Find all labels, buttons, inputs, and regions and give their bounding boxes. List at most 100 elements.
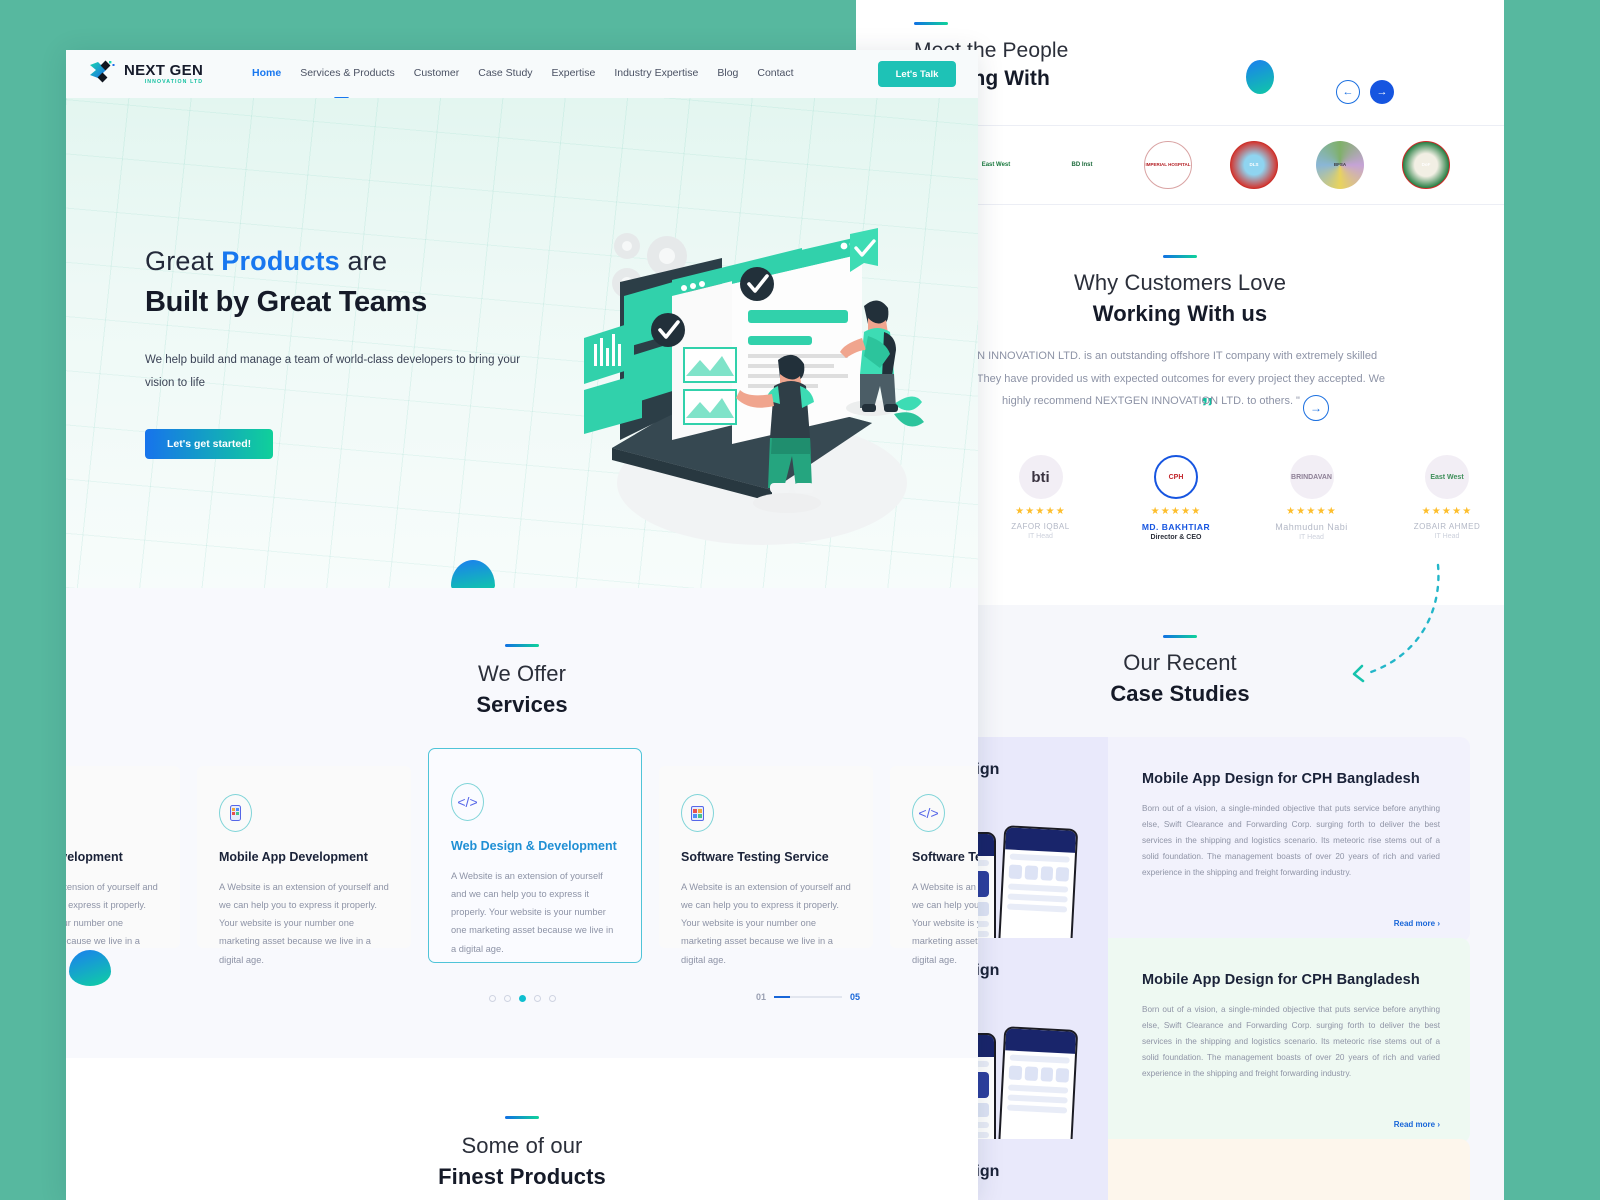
carousel-counter: 01 05: [756, 992, 860, 1002]
logo-tagline: INNOVATION LTD: [144, 78, 204, 85]
service-title: Software Testing Service: [912, 850, 978, 864]
read-more-label: Read more: [1393, 919, 1436, 928]
service-card[interactable]: Mobile App Development A Website is an e…: [197, 766, 411, 965]
service-body: A Website is an extension of yourself an…: [912, 882, 978, 965]
service-card[interactable]: </> Software Testing Service A Website i…: [890, 766, 978, 965]
accent-bar: [505, 644, 539, 647]
logo-mark-icon: [88, 60, 118, 88]
client-logo: East West: [972, 141, 1020, 189]
navbar: NEXT GEN INNOVATION LTD Home Services & …: [66, 50, 978, 100]
person-role: IT Head: [1434, 533, 1460, 540]
services-carousel: </> Software Development A Website is an…: [66, 748, 978, 981]
accent-bar: [914, 22, 948, 25]
client-logo-label: IMPERIAL HOSPITAL: [1145, 161, 1191, 167]
clients-carousel-nav[interactable]: ← →: [1336, 80, 1394, 104]
code-icon: </>: [912, 794, 945, 832]
testimonial-person-active[interactable]: CPH ★★★★★ MD. BAKHTIAR Director & CEO: [1117, 455, 1235, 541]
person-name: ZAFOR IQBAL: [1011, 522, 1070, 531]
services-header: We Offer Services: [66, 588, 978, 718]
case-study-title: Mobile App Design for CPH Bangladesh: [1142, 972, 1420, 988]
services-section: We Offer Services </> Software Developme…: [66, 588, 978, 1058]
arrow-left-icon[interactable]: ←: [1336, 80, 1360, 104]
testimonial-next-icon[interactable]: →: [1303, 395, 1329, 421]
service-card[interactable]: Software Testing Service A Website is an…: [659, 766, 873, 965]
nav-links: Home Services & Products Customer Case S…: [252, 67, 794, 81]
hero-post: are: [339, 246, 388, 276]
nav-item-home[interactable]: Home: [252, 67, 281, 81]
carousel-dot[interactable]: [533, 995, 541, 1002]
case-study-body: Born out of a vision, a single-minded ob…: [1142, 804, 1440, 877]
carousel-dot[interactable]: [503, 995, 511, 1002]
accent-bar: [1163, 255, 1197, 258]
service-title: Software Testing Service: [681, 850, 829, 864]
case-study-body: Born out of a vision, a single-minded ob…: [1142, 1005, 1440, 1078]
avatar-label: CPH: [1168, 473, 1184, 481]
testing-icon: [681, 794, 714, 832]
hero-subtitle: We help build and manage a team of world…: [145, 354, 521, 389]
avatar-label: bti: [1031, 468, 1050, 486]
service-body: A Website is an extension of yourself an…: [219, 882, 389, 965]
carousel-dot-active[interactable]: [518, 995, 526, 1002]
carousel-dot[interactable]: [488, 995, 496, 1002]
hero-copy: Great Products are Built by Great Teams …: [145, 246, 545, 459]
rating-stars: ★★★★★: [1286, 506, 1337, 517]
case-study-text: Mobile App Design for CPH Bangladesh Bor…: [1108, 938, 1470, 1143]
testimonial-person[interactable]: bti ★★★★★ ZAFOR IQBAL IT Head: [982, 455, 1100, 541]
testimonial-person[interactable]: East West ★★★★★ ZOBAIR AHMED IT Head: [1388, 455, 1504, 541]
avatar-label: East West: [1430, 473, 1464, 481]
products-section: Some of our Finest Products: [66, 1116, 978, 1200]
nav-item-case-study[interactable]: Case Study: [478, 67, 532, 81]
client-logo: BD Inst: [1058, 141, 1106, 189]
client-logo: DLS: [1230, 141, 1278, 189]
avatar-label: BRINDAVAN: [1291, 473, 1332, 481]
read-more-label: Read more: [1393, 1120, 1436, 1129]
hero-headline-line1: Great Products are: [145, 246, 545, 277]
nav-item-contact[interactable]: Contact: [757, 67, 793, 81]
phone-mockup: [995, 1026, 1079, 1143]
read-more-link[interactable]: Read more ›: [1394, 919, 1440, 928]
service-body: A Website is an extension of yourself an…: [451, 871, 614, 954]
get-started-button[interactable]: Let's get started!: [145, 429, 274, 459]
service-body: A Website is an extension of yourself an…: [681, 882, 851, 965]
nav-item-expertise[interactable]: Expertise: [552, 67, 596, 81]
phone-mockup: [995, 825, 1079, 942]
person-name: Mahmudun Nabi: [1275, 522, 1348, 532]
person-role: IT Head: [1299, 534, 1324, 541]
accent-bar: [505, 1116, 539, 1119]
rating-stars: ★★★★★: [1421, 506, 1473, 517]
case-study-text: Mobile App Design for CPH Bangladesh: [1108, 1139, 1470, 1200]
read-more-link[interactable]: Read more ›: [1394, 1120, 1440, 1129]
nav-item-customer[interactable]: Customer: [414, 67, 460, 81]
person-role: Director & CEO: [1150, 534, 1202, 541]
service-card-active[interactable]: </> Web Design & Development A Website i…: [428, 748, 642, 963]
products-eyebrow: Some of our: [461, 1133, 583, 1158]
lets-talk-button[interactable]: Let's Talk: [878, 61, 956, 87]
nav-item-blog[interactable]: Blog: [717, 67, 738, 81]
client-logo-label: DLS: [1249, 161, 1259, 167]
decorative-blob: [1246, 60, 1274, 94]
person-name: MD. BAKHTIAR: [1141, 522, 1211, 532]
hero-accent-word: Products: [221, 246, 340, 276]
hero-illustration: [584, 228, 924, 545]
client-logo-label: East West: [981, 161, 1011, 168]
nav-item-services-products[interactable]: Services & Products: [300, 67, 395, 81]
testimonial-person[interactable]: BRINDAVAN ★★★★★ Mahmudun Nabi IT Head: [1253, 455, 1371, 541]
case-study-text: Mobile App Design for CPH Bangladesh Bor…: [1108, 737, 1470, 942]
services-heading: Services: [476, 692, 568, 717]
carousel-dot[interactable]: [548, 995, 556, 1002]
client-logo: U: [1488, 141, 1504, 189]
accent-bar: [1163, 635, 1197, 638]
person-name: ZOBAIR AHMED: [1413, 522, 1481, 531]
client-logo: DoF: [1402, 141, 1450, 189]
service-title: Mobile App Development: [219, 850, 368, 864]
service-card[interactable]: </> Software Development A Website is an…: [66, 766, 180, 948]
nav-item-industry-expertise[interactable]: Industry Expertise: [614, 67, 698, 81]
products-heading: Finest Products: [438, 1164, 606, 1189]
client-logo-label: DoF: [1421, 161, 1431, 167]
arrow-right-icon[interactable]: →: [1370, 80, 1394, 104]
case-study-title: Mobile App Design for CPH Bangladesh: [1142, 771, 1420, 787]
brand-logo[interactable]: NEXT GEN INNOVATION LTD: [88, 60, 236, 88]
avatar: CPH: [1154, 455, 1198, 499]
person-role: IT Head: [1028, 533, 1053, 540]
avatar: East West: [1425, 455, 1469, 499]
